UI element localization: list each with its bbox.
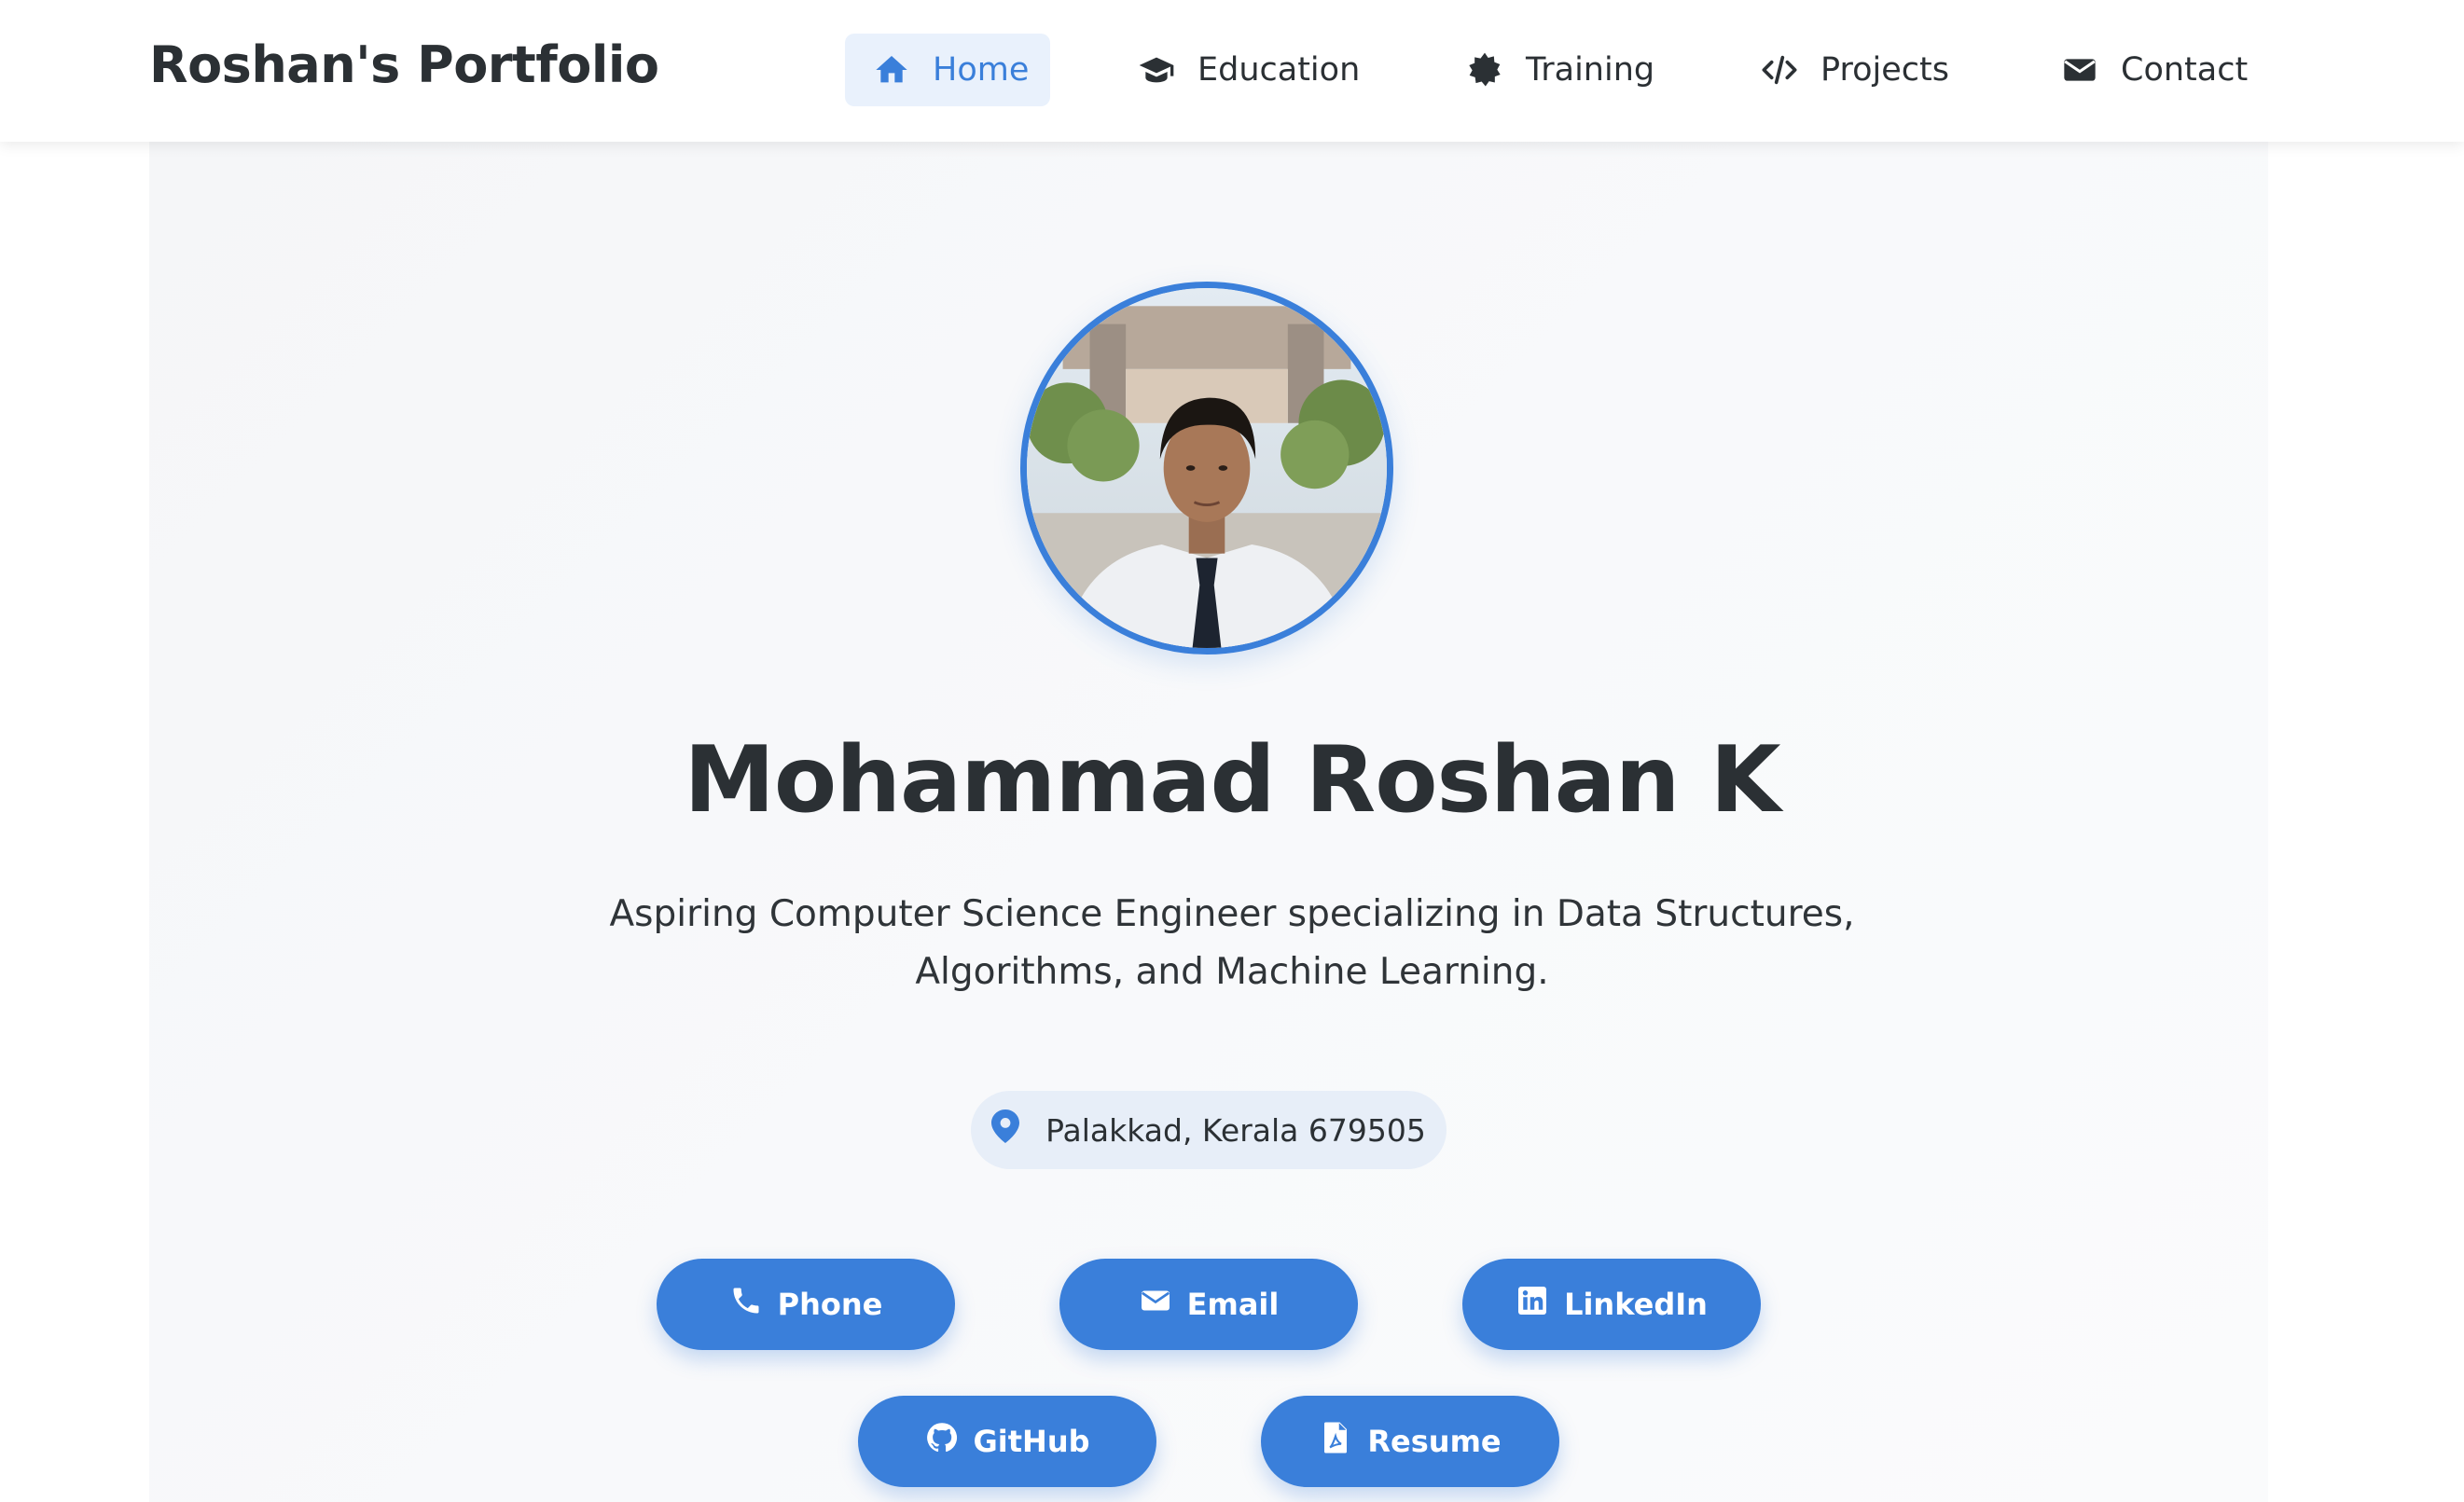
- location-badge: Palakkad, Kerala 679505: [971, 1091, 1447, 1169]
- button-label: Email: [1186, 1287, 1280, 1322]
- phone-icon: [729, 1284, 763, 1325]
- navbar: Roshan's Portfolio Home Education Traini…: [0, 0, 2464, 142]
- nav-item-projects[interactable]: Projects: [1761, 34, 1949, 106]
- brand-title[interactable]: Roshan's Portfolio: [149, 35, 659, 94]
- nav-item-education[interactable]: Education: [1138, 34, 1360, 106]
- nav-item-label: Education: [1197, 51, 1361, 89]
- button-label: GitHub: [973, 1424, 1090, 1459]
- linkedin-button[interactable]: LinkedIn: [1462, 1259, 1761, 1350]
- nav-item-label: Contact: [2121, 51, 2249, 89]
- hero-name: Mohammad Roshan K: [684, 727, 1780, 834]
- graduation-cap-icon: [1138, 51, 1175, 89]
- pdf-file-icon: [1319, 1421, 1352, 1462]
- envelope-icon: [2061, 51, 2098, 89]
- button-label: LinkedIn: [1564, 1287, 1708, 1322]
- phone-button[interactable]: Phone: [657, 1259, 955, 1350]
- github-button[interactable]: GitHub: [858, 1396, 1156, 1487]
- nav-item-contact[interactable]: Contact: [2061, 34, 2248, 106]
- linkedin-icon: [1516, 1284, 1549, 1325]
- nav-item-label: Home: [933, 51, 1030, 89]
- nav-item-training[interactable]: Training: [1466, 34, 1654, 106]
- envelope-icon: [1139, 1284, 1172, 1325]
- profile-photo: [1020, 282, 1393, 655]
- email-button[interactable]: Email: [1059, 1259, 1358, 1350]
- github-icon: [925, 1421, 959, 1462]
- nav-item-label: Training: [1526, 51, 1655, 89]
- button-label: Phone: [777, 1287, 883, 1322]
- nav-item-home[interactable]: Home: [845, 34, 1050, 106]
- map-pin-icon: [991, 1109, 1020, 1151]
- certificate-icon: [1466, 51, 1503, 89]
- resume-button[interactable]: Resume: [1261, 1396, 1559, 1487]
- hero-tagline: Aspiring Computer Science Engineer speci…: [609, 893, 1855, 993]
- location-text: Palakkad, Kerala 679505: [1045, 1111, 1426, 1149]
- button-label: Resume: [1367, 1424, 1502, 1459]
- code-icon: [1761, 51, 1798, 89]
- home-icon: [873, 51, 910, 89]
- nav-item-label: Projects: [1820, 51, 1949, 89]
